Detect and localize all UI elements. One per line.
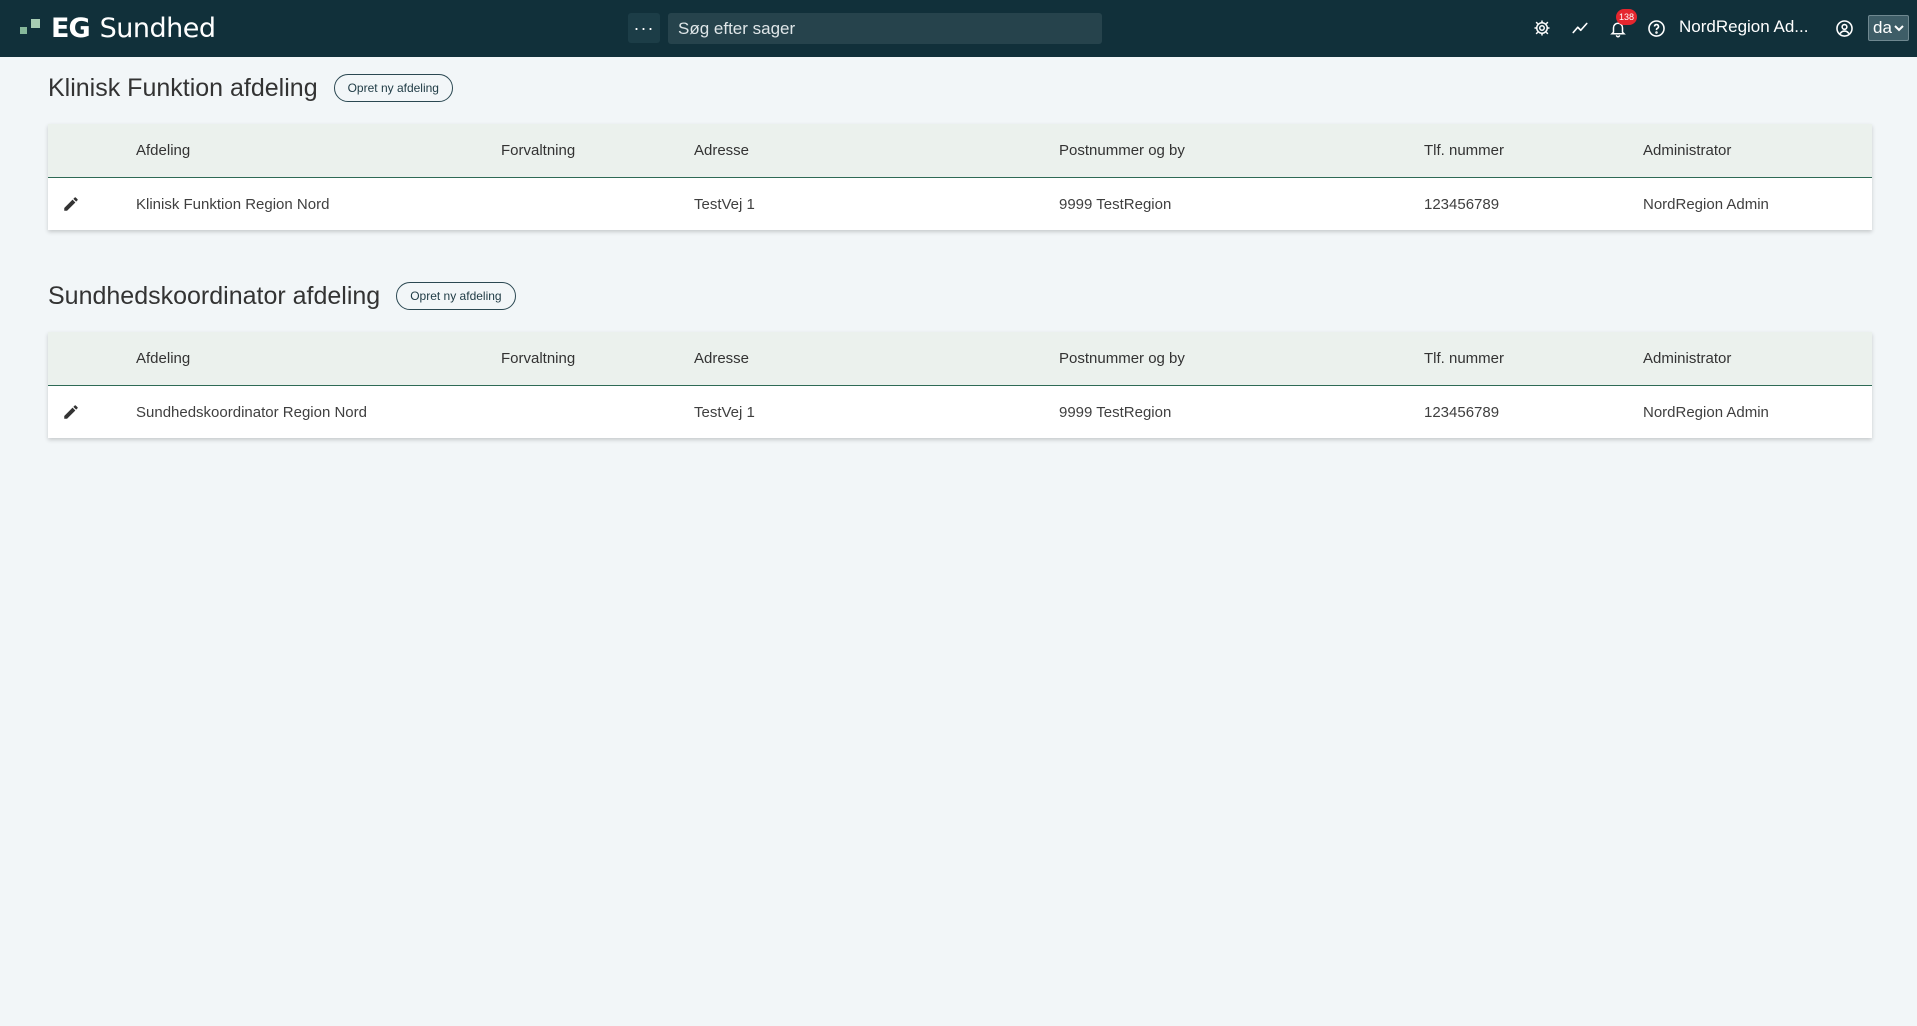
top-bar: EG Sundhed ··· 138 NordRegion Ad... [0,0,1917,57]
department-table: Afdeling Forvaltning Adresse Postnummer … [48,124,1872,230]
cell-postnummer: 9999 TestRegion [1059,195,1172,213]
column-header-administrator[interactable]: Administrator [1643,332,1731,385]
column-header-adresse[interactable]: Adresse [694,124,749,177]
section-title: Klinisk Funktion afdeling [48,73,318,102]
table-row: Sundhedskoordinator Region Nord TestVej … [48,386,1872,438]
column-header-afdeling[interactable]: Afdeling [136,124,190,177]
section-title: Sundhedskoordinator afdeling [48,281,381,310]
cell-afdeling: Klinisk Funktion Region Nord [136,195,330,213]
column-header-postnummer[interactable]: Postnummer og by [1059,332,1185,385]
user-name[interactable]: NordRegion Ad... [1679,17,1808,37]
section-klinisk-funktion: Klinisk Funktion afdeling Opret ny afdel… [48,72,1872,230]
gear-icon[interactable] [1530,16,1554,40]
table-header: Afdeling Forvaltning Adresse Postnummer … [48,124,1872,178]
pencil-icon[interactable] [62,178,92,230]
chevron-down-icon [1894,25,1904,32]
table-header: Afdeling Forvaltning Adresse Postnummer … [48,332,1872,386]
table-row: Klinisk Funktion Region Nord TestVej 1 9… [48,178,1872,230]
eg-logo-icon [20,17,42,39]
column-header-postnummer[interactable]: Postnummer og by [1059,124,1185,177]
cell-postnummer: 9999 TestRegion [1059,403,1172,421]
column-header-forvaltning[interactable]: Forvaltning [501,332,575,385]
column-header-tlf[interactable]: Tlf. nummer [1424,124,1504,177]
cell-administrator: NordRegion Admin [1643,195,1769,213]
cell-afdeling: Sundhedskoordinator Region Nord [136,403,367,421]
trend-line-icon[interactable] [1568,16,1592,40]
language-select[interactable]: da [1868,15,1909,41]
brand-name: Sundhed [99,12,216,44]
pencil-icon[interactable] [62,386,92,438]
help-icon[interactable] [1644,16,1668,40]
cell-tlf: 123456789 [1424,195,1500,213]
search-input[interactable] [668,13,1102,44]
create-department-button[interactable]: Opret ny afdeling [333,74,453,102]
create-department-button[interactable]: Opret ny afdeling [396,282,516,310]
column-header-forvaltning[interactable]: Forvaltning [501,124,575,177]
user-circle-icon[interactable] [1832,16,1856,40]
brand-short: EG [51,12,91,44]
column-header-adresse[interactable]: Adresse [694,332,749,385]
notification-badge: 138 [1616,9,1638,25]
department-table: Afdeling Forvaltning Adresse Postnummer … [48,332,1872,438]
column-header-tlf[interactable]: Tlf. nummer [1424,332,1504,385]
cell-adresse: TestVej 1 [694,403,755,421]
cell-administrator: NordRegion Admin [1643,403,1769,421]
more-menu-button[interactable]: ··· [628,13,660,43]
language-value: da [1873,18,1892,37]
section-sundhedskoordinator: Sundhedskoordinator afdeling Opret ny af… [48,280,1872,438]
column-header-afdeling[interactable]: Afdeling [136,332,190,385]
cell-adresse: TestVej 1 [694,195,755,213]
cell-tlf: 123456789 [1424,403,1500,421]
brand-logo[interactable]: EG Sundhed [20,12,216,44]
column-header-administrator[interactable]: Administrator [1643,124,1731,177]
